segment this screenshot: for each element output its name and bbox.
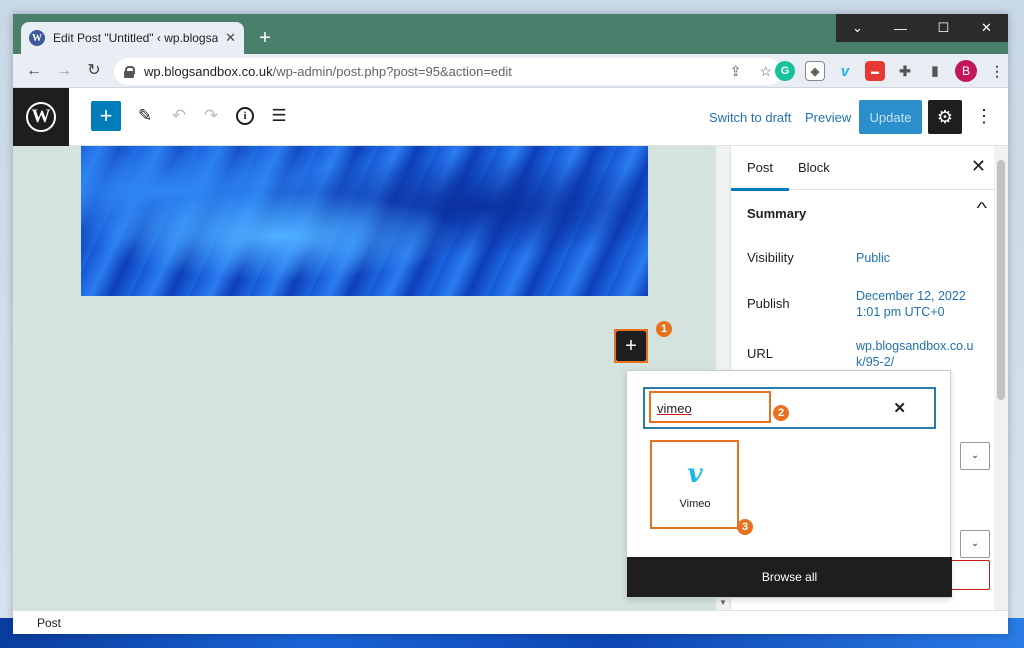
- red-extension-icon[interactable]: ▬: [865, 61, 885, 81]
- list-view-icon[interactable]: ☰: [267, 104, 291, 128]
- callout-highlight-3: [650, 440, 739, 529]
- preview-button[interactable]: Preview: [805, 110, 851, 125]
- tab-block[interactable]: Block: [798, 160, 830, 175]
- url-path: /wp-admin/post.php?post=95&action=edit: [272, 64, 512, 79]
- profile-avatar[interactable]: B: [955, 60, 977, 82]
- chrome-menu-icon[interactable]: ⋮: [987, 61, 1007, 81]
- chevron-up-icon[interactable]: ^: [977, 200, 988, 218]
- tab-title: Edit Post "Untitled" ‹ wp.blogsandbox: [53, 31, 218, 45]
- block-breadcrumb-bar: Post: [13, 610, 1008, 634]
- browse-all-button[interactable]: Browse all: [627, 557, 952, 597]
- callout-number-2: 2: [773, 405, 789, 421]
- sidebar-scroll-thumb[interactable]: [997, 160, 1005, 400]
- redo-icon[interactable]: ↷: [199, 104, 223, 128]
- wordpress-logo-icon: W: [26, 102, 56, 132]
- callout-number-1: 1: [656, 321, 672, 337]
- window-controls: ⌄ — ☐ ✕: [836, 14, 1008, 42]
- reload-icon[interactable]: ↻: [83, 60, 105, 82]
- puzzle-extensions-icon[interactable]: ✚: [895, 61, 915, 81]
- callout-number-3: 3: [737, 519, 753, 535]
- shield-extension-icon[interactable]: ◈: [805, 61, 825, 81]
- side-panel-icon[interactable]: ▮: [925, 61, 945, 81]
- tab-post[interactable]: Post: [731, 160, 790, 191]
- switch-to-draft-button[interactable]: Switch to draft: [709, 110, 791, 125]
- update-button[interactable]: Update: [859, 100, 922, 134]
- breadcrumb-post[interactable]: Post: [37, 616, 61, 630]
- details-info-icon[interactable]: i: [233, 104, 257, 128]
- settings-gear-icon[interactable]: ⚙: [928, 100, 962, 134]
- editor-header: W + ✎ ↶ ↷ i ☰ Switch to draft Preview Up…: [13, 88, 1008, 146]
- callout-highlight-2: [649, 391, 771, 423]
- minimize-icon[interactable]: —: [879, 14, 922, 42]
- sidebar-scrollbar[interactable]: [994, 146, 1008, 610]
- image-block[interactable]: [81, 146, 648, 296]
- undo-icon[interactable]: ↶: [167, 104, 191, 128]
- scroll-down-arrow-icon[interactable]: ▼: [719, 598, 727, 607]
- options-menu-icon[interactable]: ⋮: [975, 106, 993, 127]
- pencil-tools-icon[interactable]: ✎: [133, 104, 157, 128]
- extensions-area: G ◈ v ▬ ✚ ▮ B ⋮: [775, 60, 1007, 82]
- wordpress-favicon-icon: W: [29, 30, 45, 46]
- url-domain: wp.blogsandbox.co.uk: [144, 64, 273, 79]
- callout-highlight-1: [614, 329, 648, 363]
- tab-close-icon[interactable]: ✕: [225, 30, 236, 46]
- block-inserter-toggle[interactable]: +: [91, 101, 121, 131]
- sidebar-tabs: Post Block ✕: [731, 146, 1008, 191]
- sidebar-select-1[interactable]: ⌄: [960, 442, 990, 470]
- quick-inserter-popover: vimeo ✕ 2 v Vimeo 3 Browse all: [626, 370, 952, 598]
- url-label: URL: [747, 346, 774, 361]
- browser-tab[interactable]: W Edit Post "Untitled" ‹ wp.blogsandbox …: [21, 22, 244, 54]
- tab-strip: W Edit Post "Untitled" ‹ wp.blogsandbox …: [13, 14, 1008, 54]
- vimeo-extension-icon[interactable]: v: [835, 61, 855, 81]
- browser-toolbar: ← → ↻ wp.blogsandbox.co.uk/wp-admin/post…: [13, 54, 1008, 88]
- lock-icon: [124, 65, 135, 78]
- grammarly-extension-icon[interactable]: G: [775, 61, 795, 81]
- editor-canvas[interactable]: + 1: [13, 146, 716, 610]
- browser-window: W Edit Post "Untitled" ‹ wp.blogsandbox …: [13, 14, 1008, 634]
- share-icon[interactable]: ⇪: [730, 63, 742, 80]
- publish-label: Publish: [747, 296, 790, 311]
- tab-search-icon[interactable]: ⌄: [836, 14, 879, 42]
- visibility-value[interactable]: Public: [856, 250, 976, 266]
- clear-search-icon[interactable]: ✕: [893, 399, 906, 417]
- forward-arrow-icon[interactable]: →: [53, 60, 75, 82]
- close-sidebar-icon[interactable]: ✕: [971, 156, 986, 177]
- new-tab-button[interactable]: +: [253, 26, 277, 50]
- sidebar-select-2[interactable]: ⌄: [960, 530, 990, 558]
- url-value[interactable]: wp.blogsandbox.co.uk/95-2/: [856, 338, 976, 370]
- maximize-icon[interactable]: ☐: [922, 14, 965, 42]
- back-arrow-icon[interactable]: ←: [23, 60, 45, 82]
- visibility-label: Visibility: [747, 250, 794, 265]
- bookmark-star-icon[interactable]: ☆: [759, 63, 772, 80]
- summary-panel-title[interactable]: Summary: [747, 206, 806, 221]
- address-bar[interactable]: wp.blogsandbox.co.uk/wp-admin/post.php?p…: [114, 58, 782, 85]
- close-window-icon[interactable]: ✕: [965, 14, 1008, 42]
- wordpress-logo-button[interactable]: W: [13, 88, 69, 146]
- publish-value[interactable]: December 12, 2022 1:01 pm UTC+0: [856, 288, 968, 320]
